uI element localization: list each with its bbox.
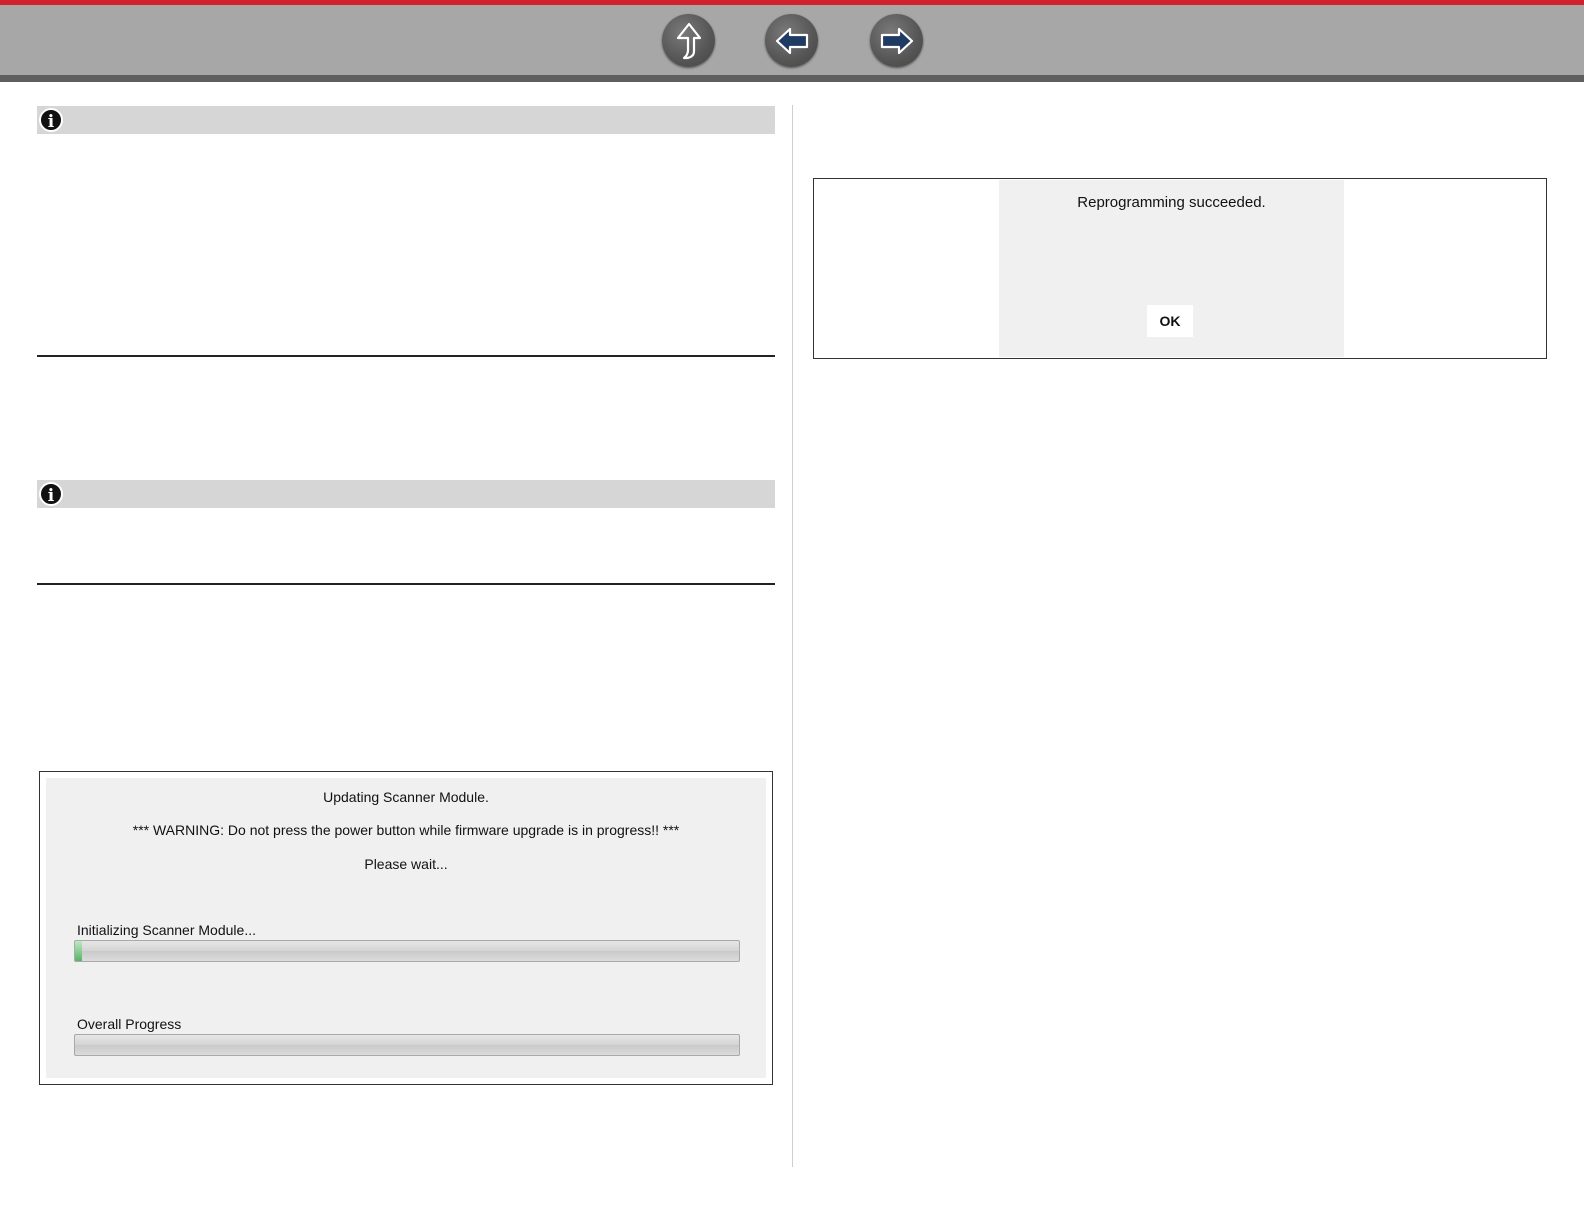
success-message: Reprogramming succeeded. <box>1077 194 1266 211</box>
left-arrow-icon <box>775 27 808 54</box>
module-progress-fill <box>75 941 82 961</box>
module-progress-label: Initializing Scanner Module... <box>77 922 256 938</box>
info-icon: i <box>39 482 63 506</box>
update-warning: *** WARNING: Do not press the power butt… <box>132 822 680 838</box>
module-progress-bar <box>74 940 740 962</box>
nav-bar-bottom-edge <box>0 75 1584 82</box>
update-dialog-body: Updating Scanner Module. *** WARNING: Do… <box>46 778 766 1078</box>
note-header: i <box>37 480 775 508</box>
update-dialog-screenshot: Updating Scanner Module. *** WARNING: Do… <box>39 771 773 1085</box>
success-dialog-panel: Reprogramming succeeded. OK <box>999 180 1344 357</box>
forward-button[interactable] <box>870 14 923 67</box>
success-dialog-screenshot: Reprogramming succeeded. OK <box>813 178 1547 359</box>
ok-button[interactable]: OK <box>1147 305 1193 337</box>
note-header: i <box>37 106 775 134</box>
up-button[interactable] <box>662 14 715 67</box>
note-end-rule <box>37 355 775 357</box>
accent-strip <box>0 0 1584 5</box>
overall-progress-label: Overall Progress <box>77 1016 182 1032</box>
right-arrow-icon <box>880 27 913 54</box>
update-title: Updating Scanner Module. <box>323 789 489 805</box>
update-wait-text: Please wait... <box>364 856 448 872</box>
info-icon: i <box>39 108 63 132</box>
back-button[interactable] <box>765 14 818 67</box>
manual-page: i i Updating Scanner Module. *** WARNING… <box>0 0 1584 1224</box>
overall-progress-bar <box>74 1034 740 1056</box>
up-arrow-icon <box>676 22 701 59</box>
column-divider <box>792 105 793 1167</box>
top-nav-bar <box>0 0 1584 82</box>
note-end-rule <box>37 583 775 585</box>
